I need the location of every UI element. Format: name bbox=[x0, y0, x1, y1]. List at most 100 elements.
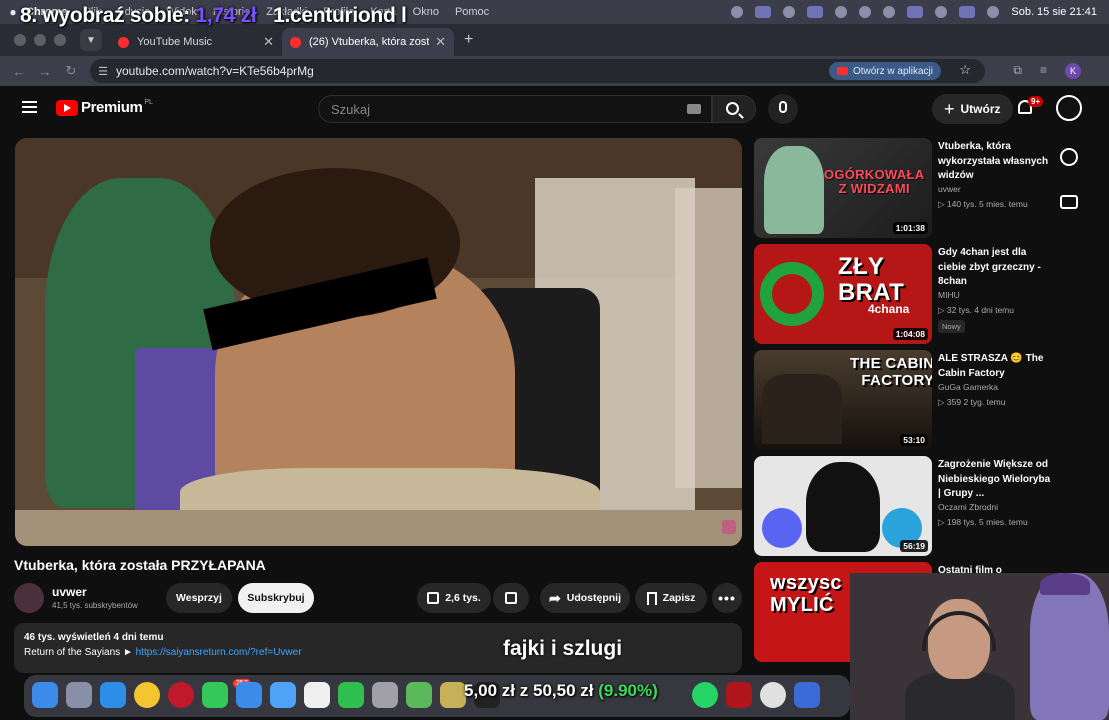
share-button[interactable]: ➦ Udostępnij bbox=[540, 583, 630, 613]
launchpad-icon[interactable] bbox=[66, 682, 92, 708]
info-icon[interactable] bbox=[1060, 148, 1078, 166]
recommendation-thumbnail[interactable]: 56:19 bbox=[754, 456, 932, 556]
bookmark-star-icon[interactable]: ☆ bbox=[959, 62, 971, 78]
support-button[interactable]: Wesprzyj bbox=[166, 583, 232, 613]
recommendation-channel[interactable]: MIHU bbox=[938, 290, 960, 300]
recommendation-channel[interactable]: Oczami Zbrodni bbox=[938, 502, 998, 512]
video-duration: 1:01:38 bbox=[892, 222, 928, 234]
keyboard-icon[interactable] bbox=[687, 104, 701, 114]
close-tab-icon[interactable]: ✕ bbox=[435, 34, 446, 50]
extensions-icon[interactable]: ⧉ bbox=[1013, 63, 1022, 79]
maps-icon[interactable] bbox=[270, 682, 296, 708]
account-avatar[interactable] bbox=[1056, 95, 1082, 121]
youtube-favicon-icon bbox=[290, 36, 301, 48]
app-icon[interactable] bbox=[726, 682, 752, 708]
youtube-app-icon bbox=[836, 67, 848, 75]
mail-icon[interactable] bbox=[236, 682, 262, 708]
chat-icon[interactable] bbox=[1060, 195, 1078, 209]
search-button[interactable] bbox=[712, 95, 756, 123]
back-icon[interactable]: ← bbox=[6, 64, 32, 79]
close-window-icon[interactable] bbox=[14, 34, 26, 46]
channel-name[interactable]: uvwer bbox=[52, 585, 87, 599]
description-line: Return of the Sayians ► https://saiyansr… bbox=[24, 647, 302, 658]
notes-icon[interactable] bbox=[440, 682, 466, 708]
recommendation-item[interactable]: OGÓRKOWAŁA Z WIDZAMI 1:01:38 Vtuberka, k… bbox=[754, 138, 1054, 238]
video-duration: 53:10 bbox=[900, 434, 928, 446]
recommendation-thumbnail[interactable]: ZŁY BRAT 4chana 1:04:08 bbox=[754, 244, 932, 344]
whatsapp-icon[interactable] bbox=[692, 682, 718, 708]
facetime-icon[interactable] bbox=[338, 682, 364, 708]
recommendation-title[interactable]: Zagrożenie Większe od Niebieskiego Wielo… bbox=[938, 458, 1052, 502]
recommendation-thumbnail[interactable]: THE CABIN FACTORY 53:10 bbox=[754, 350, 932, 450]
goal-percent: (9.90%) bbox=[598, 681, 658, 700]
save-button[interactable]: Zapisz bbox=[635, 583, 707, 613]
recommendation-item[interactable]: THE CABIN FACTORY 53:10 ALE STRASZA 😊 Th… bbox=[754, 350, 1054, 450]
contacts-icon[interactable] bbox=[372, 682, 398, 708]
subscribe-button[interactable]: Subskrybuj bbox=[238, 583, 314, 613]
subscriber-count: 41,5 tys. subskrybentów bbox=[52, 601, 138, 610]
youtube-play-logo-icon bbox=[56, 99, 78, 116]
description-link[interactable]: https://saiyansreturn.com/?ref=Uvwer bbox=[136, 647, 302, 658]
recommendation-channel[interactable]: GuGa Gamerka bbox=[938, 382, 998, 392]
maximize-window-icon[interactable] bbox=[54, 34, 66, 46]
dislike-button[interactable] bbox=[493, 583, 529, 613]
youtube-logo[interactable]: Premium PL bbox=[56, 99, 153, 116]
open-in-app-button[interactable]: Otwórz w aplikacji bbox=[828, 62, 941, 80]
forward-icon[interactable]: → bbox=[32, 64, 58, 79]
like-button[interactable]: 2,6 tys. bbox=[417, 583, 491, 613]
chatgpt-icon[interactable] bbox=[760, 682, 786, 708]
address-bar[interactable]: ☰ youtube.com/watch?v=KTe56b4prMg Otwórz… bbox=[90, 59, 985, 83]
channel-watermark-icon[interactable] bbox=[722, 520, 736, 534]
opera-icon[interactable] bbox=[168, 682, 194, 708]
menu-item-help[interactable]: Pomoc bbox=[455, 6, 489, 18]
tab-search-button[interactable]: ▼ bbox=[80, 29, 102, 51]
search-input[interactable]: Szukaj bbox=[318, 95, 712, 123]
safari-icon[interactable] bbox=[100, 682, 126, 708]
more-actions-button[interactable]: ••• bbox=[712, 583, 742, 613]
app-icon[interactable] bbox=[406, 682, 432, 708]
messages-icon[interactable] bbox=[202, 682, 228, 708]
screen-record-icon[interactable] bbox=[755, 6, 772, 18]
wifi-icon[interactable] bbox=[935, 6, 948, 18]
photos-icon[interactable] bbox=[304, 682, 330, 708]
battery-icon[interactable] bbox=[907, 6, 924, 18]
create-button[interactable]: + Utwórz bbox=[932, 94, 1013, 124]
close-tab-icon[interactable]: ✕ bbox=[263, 34, 274, 50]
recommendation-channel[interactable]: uvwer bbox=[938, 184, 961, 194]
recommendation-title[interactable]: Vtuberka, która wykorzystała własnych wi… bbox=[938, 140, 1052, 184]
recommendation-item[interactable]: ZŁY BRAT 4chana 1:04:08 Gdy 4chan jest d… bbox=[754, 244, 1054, 344]
site-info-icon[interactable]: ☰ bbox=[90, 65, 116, 78]
app-icon[interactable] bbox=[794, 682, 820, 708]
voice-search-button[interactable] bbox=[768, 94, 798, 124]
menu-hamburger-icon[interactable] bbox=[22, 101, 37, 113]
finder-icon[interactable] bbox=[32, 682, 58, 708]
menu-clock[interactable]: Sob. 15 sie 21:41 bbox=[1011, 6, 1097, 18]
control-center-icon[interactable] bbox=[959, 6, 976, 18]
description-box[interactable]: 46 tys. wyświetleń 4 dni temu Return of … bbox=[14, 623, 742, 673]
play-status-icon[interactable] bbox=[783, 6, 796, 18]
reading-list-icon[interactable]: ≡ bbox=[1040, 63, 1047, 79]
donation-top-user: 1.centuriond l bbox=[273, 4, 407, 27]
new-tab-icon[interactable]: + bbox=[464, 31, 473, 49]
chrome-icon[interactable] bbox=[134, 682, 160, 708]
moon-icon[interactable] bbox=[883, 6, 896, 18]
video-player[interactable] bbox=[15, 138, 742, 546]
siri-icon[interactable] bbox=[987, 6, 1000, 18]
recommendation-thumbnail[interactable]: OGÓRKOWAŁA Z WIDZAMI 1:01:38 bbox=[754, 138, 932, 238]
recommendation-item[interactable]: 56:19 Zagrożenie Większe od Niebieskiego… bbox=[754, 456, 1054, 556]
minimize-window-icon[interactable] bbox=[34, 34, 46, 46]
channel-avatar[interactable] bbox=[14, 583, 44, 613]
recommendation-title[interactable]: Gdy 4chan jest dla ciebie zbyt grzeczny … bbox=[938, 246, 1052, 290]
focus-icon[interactable] bbox=[835, 6, 848, 18]
recommendation-title[interactable]: ALE STRASZA 😊 The Cabin Factory bbox=[938, 352, 1052, 381]
tab-youtube-music[interactable]: YouTube Music ✕ bbox=[110, 28, 282, 56]
volume-icon[interactable] bbox=[859, 6, 872, 18]
macos-dock: 257 bbox=[24, 675, 850, 717]
tab-current-video[interactable]: (26) Vtuberka, która została przyłapana … bbox=[282, 28, 454, 56]
url-text[interactable]: youtube.com/watch?v=KTe56b4prMg bbox=[116, 64, 314, 78]
menu-item-window[interactable]: Okno bbox=[413, 6, 439, 18]
status-icon[interactable] bbox=[731, 6, 744, 18]
profile-avatar[interactable]: K bbox=[1065, 63, 1081, 79]
reload-icon[interactable]: ↻ bbox=[58, 63, 84, 79]
window-status-icon[interactable] bbox=[807, 6, 824, 18]
